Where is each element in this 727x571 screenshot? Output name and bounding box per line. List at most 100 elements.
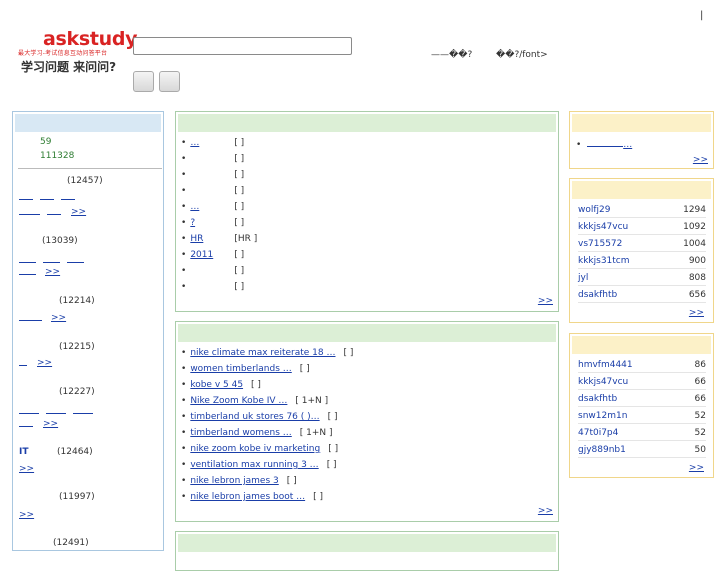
question-meta: [ ] — [234, 186, 245, 196]
category-link[interactable] — [19, 255, 36, 263]
category-link[interactable] — [67, 255, 84, 263]
category-panel: 59 111328 (12457) >> (13039) >> (12214) … — [12, 111, 164, 551]
category-link[interactable] — [43, 255, 60, 263]
question-item: • [ ] — [181, 183, 257, 199]
rank-user-name[interactable]: hmvfm4441 — [578, 360, 633, 370]
rank-row: jyl 808 — [578, 269, 706, 286]
ask-button[interactable] — [159, 71, 180, 92]
category-link[interactable] — [40, 192, 54, 200]
category-count: (12464) — [57, 447, 93, 457]
category-more-link[interactable]: >> — [45, 267, 60, 277]
question-meta: [ ] — [286, 476, 297, 486]
question-item: • nike lebron james boot … [ ] — [181, 489, 353, 505]
question-link[interactable]: nike lebron james 3 — [190, 473, 278, 489]
notice-link-text[interactable]: … — [623, 140, 632, 150]
category-links — [19, 406, 100, 417]
question-link[interactable]: … — [190, 135, 226, 151]
question-link[interactable]: 2011 — [190, 247, 226, 263]
bullet: • — [181, 266, 187, 276]
score-rank-panel: wolfj29 1294 kkkjs47vcu 1092 vs715572 1004 kkk… — [569, 178, 714, 323]
answer-rank-more[interactable]: >> — [689, 463, 704, 473]
category-more-link[interactable]: >> — [51, 313, 66, 323]
notice-item: • … — [576, 139, 633, 150]
question-meta: [ 1+N ] — [299, 428, 333, 438]
question-link[interactable]: nike climate max reiterate 18 … — [190, 345, 335, 361]
rank-score: 52 — [694, 411, 706, 421]
rank-user-name[interactable]: 47t0i7p4 — [578, 428, 618, 438]
rank-user-name[interactable]: vs715572 — [578, 239, 622, 249]
question-meta: [ ] — [326, 460, 337, 470]
rank-user-name[interactable]: kkkjs47vcu — [578, 222, 628, 232]
category-label[interactable]: IT — [19, 447, 29, 457]
rank-user-name[interactable]: snw12m1n — [578, 411, 627, 421]
bullet: • — [181, 348, 187, 358]
question-meta: [ ] — [251, 380, 261, 390]
category-count: (12215) — [59, 342, 95, 352]
category-link[interactable] — [47, 207, 61, 215]
top-link-2[interactable]: ��?/font> — [496, 50, 548, 60]
notice-more[interactable]: >> — [693, 155, 708, 165]
search-button[interactable] — [133, 71, 154, 92]
hot-questions-more[interactable]: >> — [538, 506, 553, 516]
rank-score: 52 — [694, 428, 706, 438]
category-links — [19, 313, 49, 324]
category-link[interactable] — [46, 406, 66, 414]
rank-score: 1092 — [683, 222, 706, 232]
question-link[interactable]: Nike Zoom Kobe IV … — [190, 393, 287, 409]
question-meta: [ ] — [234, 282, 245, 292]
category-link[interactable] — [61, 192, 75, 200]
score-rank-more[interactable]: >> — [689, 308, 704, 318]
bullet: • — [181, 396, 187, 406]
question-link[interactable]: timberland womens … — [190, 425, 291, 441]
category-link[interactable] — [19, 313, 42, 321]
rank-user-name[interactable]: kkkjs31tcm — [578, 256, 630, 266]
latest-questions-more[interactable]: >> — [538, 296, 553, 306]
notice-panel-header — [572, 114, 711, 132]
bullet: • — [181, 218, 187, 228]
question-meta: [ ] — [327, 412, 338, 422]
hot-questions-header — [178, 324, 556, 342]
bullet: • — [181, 234, 187, 244]
category-more-link[interactable]: >> — [71, 207, 86, 217]
rank-row: dsakfhtb 656 — [578, 286, 706, 303]
category-link[interactable] — [73, 406, 93, 414]
bullet: • — [181, 460, 187, 470]
question-item: • [ ] — [181, 263, 257, 279]
search-input[interactable] — [133, 37, 352, 55]
question-link[interactable]: timberland uk stores 76 ( )… — [190, 409, 319, 425]
question-meta: [ ] — [234, 266, 245, 276]
rank-user-name[interactable]: dsakfhtb — [578, 290, 617, 300]
rank-row: kkkjs47vcu 66 — [578, 373, 706, 390]
question-link[interactable]: … — [190, 199, 226, 215]
category-more-link[interactable]: >> — [19, 510, 34, 520]
rank-user-name[interactable]: jyl — [578, 273, 588, 283]
rank-user-name[interactable]: gjy889nb1 — [578, 445, 626, 455]
category-more-link[interactable]: >> — [43, 419, 58, 429]
category-link[interactable] — [19, 192, 33, 200]
rank-row: vs715572 1004 — [578, 235, 706, 252]
question-link[interactable]: women timberlands … — [190, 361, 291, 377]
category-links — [19, 207, 68, 218]
category-link[interactable] — [19, 267, 36, 275]
question-link[interactable]: nike zoom kobe iv marketing — [190, 441, 320, 457]
category-link[interactable] — [19, 419, 33, 427]
rank-score: 86 — [694, 360, 706, 370]
category-more-link[interactable]: >> — [19, 464, 34, 474]
site-logo[interactable]: askstudy 最大学习-考试信息互动问答平台 学习问题 来问问? — [14, 28, 138, 76]
question-link[interactable]: HR — [190, 231, 226, 247]
rank-user-name[interactable]: dsakfhtb — [578, 394, 617, 404]
question-link[interactable]: ventilation max running 3 … — [190, 457, 318, 473]
question-link[interactable]: kobe v 5 45 — [190, 377, 243, 393]
notice-link[interactable] — [587, 139, 624, 147]
category-link[interactable] — [19, 207, 40, 215]
rank-user-name[interactable]: kkkjs47vcu — [578, 377, 628, 387]
question-link[interactable]: ? — [190, 215, 226, 231]
top-link-1[interactable]: ——��? — [431, 50, 472, 60]
question-item: • 2011 [ ] — [181, 247, 257, 263]
question-link[interactable]: nike lebron james boot … — [190, 489, 305, 505]
bullet: • — [181, 444, 187, 454]
category-link[interactable] — [19, 406, 39, 414]
category-more-link[interactable]: >> — [37, 358, 52, 368]
rank-user-name[interactable]: wolfj29 — [578, 205, 611, 215]
category-link[interactable] — [19, 358, 27, 366]
